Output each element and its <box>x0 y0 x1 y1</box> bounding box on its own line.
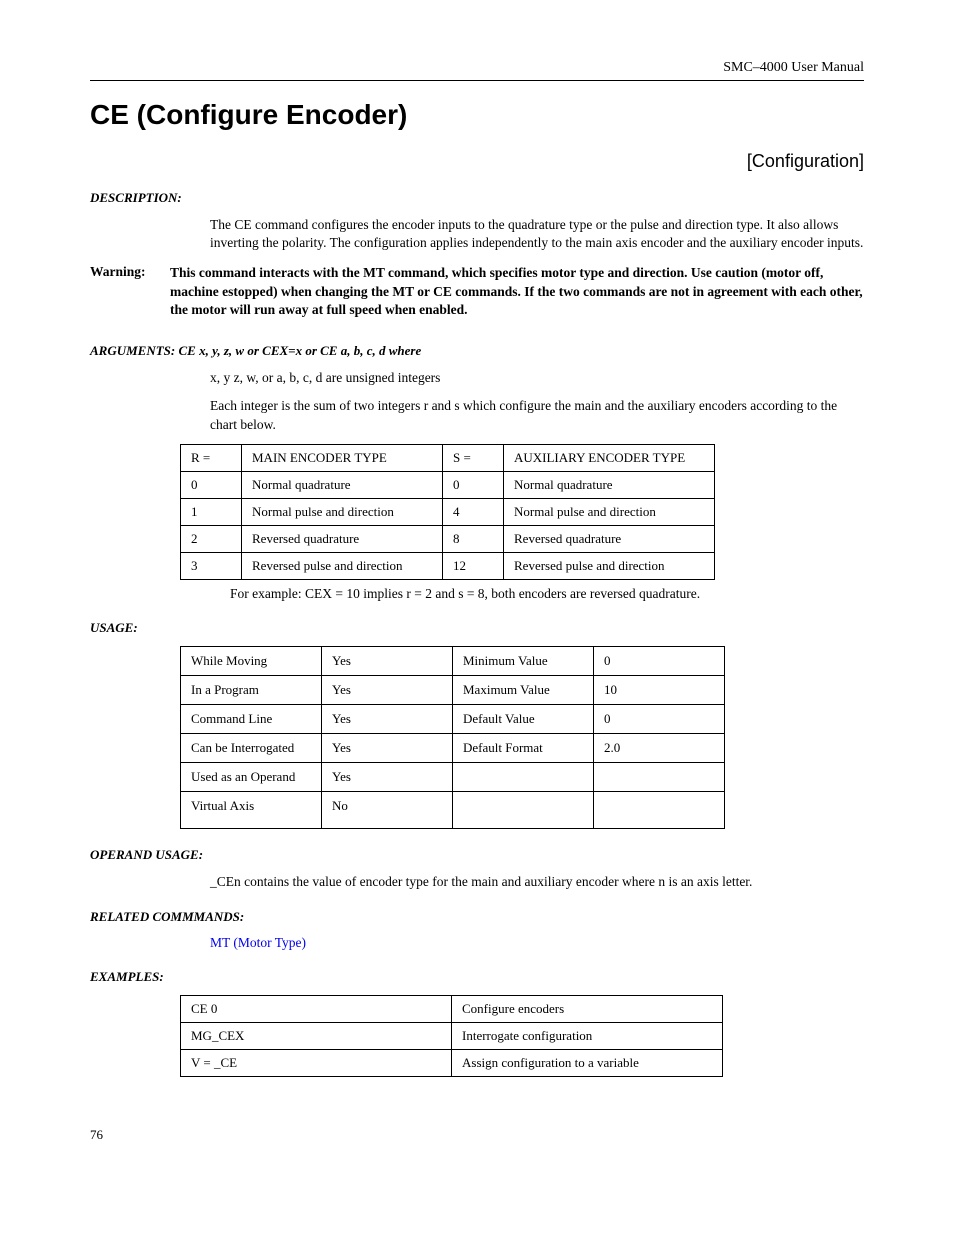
warning-label: Warning: <box>90 264 170 319</box>
table-header-cell: AUXILIARY ENCODER TYPE <box>504 444 715 471</box>
warning-text: This command interacts with the MT comma… <box>170 264 864 319</box>
table-cell: Yes <box>322 646 453 675</box>
example-note: For example: CEX = 10 implies r = 2 and … <box>230 586 864 602</box>
table-cell: Normal quadrature <box>242 471 443 498</box>
table-row: 1 Normal pulse and direction 4 Normal pu… <box>181 498 715 525</box>
arguments-text-2: Each integer is the sum of two integers … <box>210 397 864 433</box>
table-cell: Reversed quadrature <box>504 525 715 552</box>
table-cell: Can be Interrogated <box>181 733 322 762</box>
table-cell: Interrogate configuration <box>452 1022 723 1049</box>
table-cell: 2.0 <box>594 733 725 762</box>
table-cell: 10 <box>594 675 725 704</box>
table-cell: Default Value <box>453 704 594 733</box>
table-header-cell: R = <box>181 444 242 471</box>
table-cell: MG_CEX <box>181 1022 452 1049</box>
table-row: Virtual Axis No <box>181 791 725 828</box>
table-cell: 0 <box>443 471 504 498</box>
page-number: 76 <box>90 1127 864 1143</box>
table-cell: Minimum Value <box>453 646 594 675</box>
table-cell: 12 <box>443 552 504 579</box>
usage-heading: USAGE: <box>90 620 864 636</box>
table-header-cell: MAIN ENCODER TYPE <box>242 444 443 471</box>
table-row: V = _CE Assign configuration to a variab… <box>181 1049 723 1076</box>
table-cell: Assign configuration to a variable <box>452 1049 723 1076</box>
table-cell: 8 <box>443 525 504 552</box>
table-header-cell: S = <box>443 444 504 471</box>
table-cell: Yes <box>322 762 453 791</box>
operand-usage-text: _CEn contains the value of encoder type … <box>210 873 864 891</box>
related-command-link[interactable]: MT (Motor Type) <box>210 935 864 951</box>
table-cell: Configure encoders <box>452 995 723 1022</box>
table-cell: Yes <box>322 733 453 762</box>
arguments-text-1: x, y z, w, or a, b, c, d are unsigned in… <box>210 369 864 387</box>
header-manual-title: SMC–4000 User Manual <box>90 60 864 81</box>
table-cell: In a Program <box>181 675 322 704</box>
category-label: [Configuration] <box>90 151 864 172</box>
table-cell: Yes <box>322 704 453 733</box>
table-cell <box>453 762 594 791</box>
table-row: In a Program Yes Maximum Value 10 <box>181 675 725 704</box>
table-row: While Moving Yes Minimum Value 0 <box>181 646 725 675</box>
table-row: Command Line Yes Default Value 0 <box>181 704 725 733</box>
table-cell: Yes <box>322 675 453 704</box>
table-cell: 0 <box>594 646 725 675</box>
table-cell: Command Line <box>181 704 322 733</box>
table-cell <box>594 791 725 828</box>
warning-block: Warning: This command interacts with the… <box>90 264 864 319</box>
examples-table: CE 0 Configure encoders MG_CEX Interroga… <box>180 995 723 1077</box>
table-cell: CE 0 <box>181 995 452 1022</box>
table-cell: Used as an Operand <box>181 762 322 791</box>
table-cell <box>594 762 725 791</box>
table-cell <box>453 791 594 828</box>
table-row: 3 Reversed pulse and direction 12 Revers… <box>181 552 715 579</box>
table-row: Can be Interrogated Yes Default Format 2… <box>181 733 725 762</box>
command-title: CE (Configure Encoder) <box>90 99 864 131</box>
table-cell: Normal pulse and direction <box>242 498 443 525</box>
table-row: 2 Reversed quadrature 8 Reversed quadrat… <box>181 525 715 552</box>
table-cell: Reversed pulse and direction <box>504 552 715 579</box>
table-cell: No <box>322 791 453 828</box>
table-cell: 0 <box>181 471 242 498</box>
table-cell: Maximum Value <box>453 675 594 704</box>
table-cell: Normal pulse and direction <box>504 498 715 525</box>
table-cell: 0 <box>594 704 725 733</box>
table-cell: 1 <box>181 498 242 525</box>
table-cell: Reversed quadrature <box>242 525 443 552</box>
encoder-type-table: R = MAIN ENCODER TYPE S = AUXILIARY ENCO… <box>180 444 715 580</box>
table-cell: V = _CE <box>181 1049 452 1076</box>
table-cell: 2 <box>181 525 242 552</box>
table-row: 0 Normal quadrature 0 Normal quadrature <box>181 471 715 498</box>
examples-heading: EXAMPLES: <box>90 969 864 985</box>
table-cell: Virtual Axis <box>181 791 322 828</box>
table-row: MG_CEX Interrogate configuration <box>181 1022 723 1049</box>
usage-table: While Moving Yes Minimum Value 0 In a Pr… <box>180 646 725 829</box>
table-row: CE 0 Configure encoders <box>181 995 723 1022</box>
arguments-heading: ARGUMENTS: CE x, y, z, w or CEX=x or CE … <box>90 343 864 359</box>
table-cell: Default Format <box>453 733 594 762</box>
table-cell: 4 <box>443 498 504 525</box>
table-cell: Reversed pulse and direction <box>242 552 443 579</box>
table-cell: Normal quadrature <box>504 471 715 498</box>
table-row: Used as an Operand Yes <box>181 762 725 791</box>
table-header-row: R = MAIN ENCODER TYPE S = AUXILIARY ENCO… <box>181 444 715 471</box>
table-cell: While Moving <box>181 646 322 675</box>
table-cell: 3 <box>181 552 242 579</box>
related-commands-heading: RELATED COMMMANDS: <box>90 909 864 925</box>
description-heading: DESCRIPTION: <box>90 190 864 206</box>
description-text: The CE command configures the encoder in… <box>210 216 864 252</box>
operand-usage-heading: OPERAND USAGE: <box>90 847 864 863</box>
